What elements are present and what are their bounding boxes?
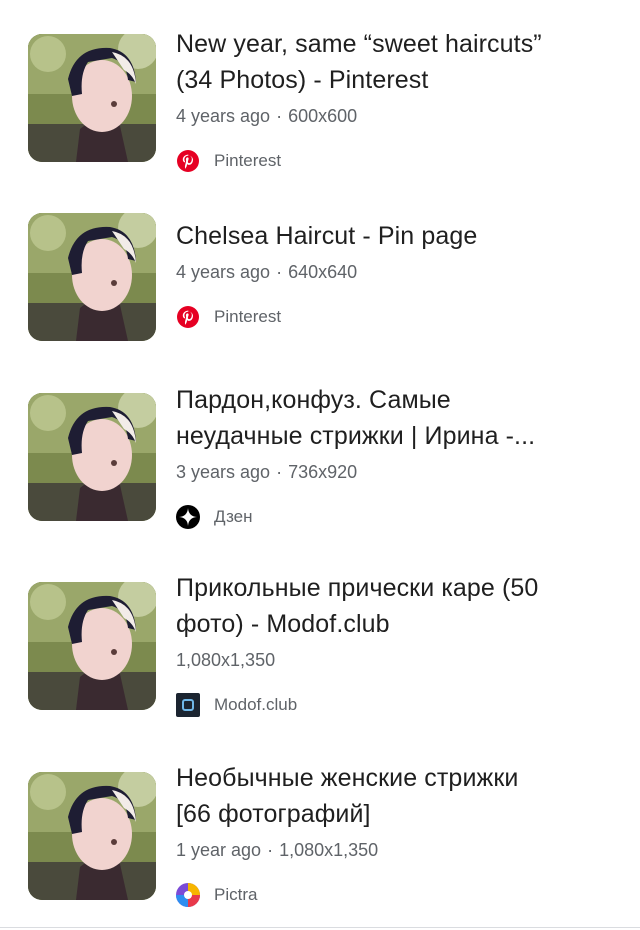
haircut-photo-image <box>28 34 156 162</box>
result-title-line-1[interactable]: Chelsea Haircut - Pin page <box>176 218 616 254</box>
modof-icon <box>176 693 200 717</box>
result-source[interactable]: Pinterest <box>176 304 616 330</box>
source-name: Modof.club <box>214 695 298 714</box>
meta-separator: · <box>267 840 274 860</box>
meta-separator: · <box>276 262 283 282</box>
pictra-icon <box>176 883 200 907</box>
result-title-line-1[interactable]: Пардон,конфуз. Самые <box>176 382 616 418</box>
result-source[interactable]: Modof.club <box>176 692 616 718</box>
result-title-line-2[interactable]: (34 Photos) - Pinterest <box>176 62 616 98</box>
result-age: 3 years ago <box>176 462 271 482</box>
result-thumbnail[interactable] <box>28 582 156 710</box>
haircut-photo-image <box>28 213 156 341</box>
result-meta: 1 year ago · 1,080x1,350 <box>176 838 616 862</box>
result-title-line-2[interactable]: неудачные стрижки | Ирина -... <box>176 418 616 454</box>
result-title-line-2[interactable]: [66 фотографий] <box>176 796 616 832</box>
pinterest-icon <box>176 305 200 329</box>
result-meta: 4 years ago · 600x600 <box>176 104 616 128</box>
result-thumbnail[interactable] <box>28 772 156 900</box>
result-source[interactable]: Pinterest <box>176 148 616 174</box>
image-results-list: New year, same “sweet haircuts” (34 Phot… <box>0 0 640 930</box>
result-age: 4 years ago <box>176 106 271 126</box>
haircut-photo-image <box>28 393 156 521</box>
haircut-photo-image <box>28 582 156 710</box>
pinterest-icon <box>176 149 200 173</box>
result-title-line-1[interactable]: Необычные женские стрижки <box>176 760 616 796</box>
result-meta: 1,080x1,350 <box>176 648 616 672</box>
haircut-photo-image <box>28 772 156 900</box>
result-thumbnail[interactable] <box>28 393 156 521</box>
result-title-line-2[interactable]: фото) - Modof.club <box>176 606 616 642</box>
meta-separator: · <box>276 106 283 126</box>
result-info: New year, same “sweet haircuts” (34 Phot… <box>176 26 616 174</box>
result-dimensions: 1,080x1,350 <box>176 650 276 670</box>
source-name: Pinterest <box>214 151 282 170</box>
result-info: Chelsea Haircut - Pin page 4 years ago · 6… <box>176 218 616 330</box>
result-meta: 4 years ago · 640x640 <box>176 260 616 284</box>
result-dimensions: 1,080x1,350 <box>279 840 379 860</box>
result-info: Пардон,конфуз. Самые неудачные стрижки |… <box>176 382 616 530</box>
source-name: Pinterest <box>214 307 282 326</box>
result-dimensions: 640x640 <box>288 262 358 282</box>
result-info: Необычные женские стрижки [66 фотографий… <box>176 760 616 908</box>
result-source[interactable]: Дзен <box>176 504 616 530</box>
result-thumbnail[interactable] <box>28 34 156 162</box>
result-title-line-1[interactable]: Прикольные прически каре (50 <box>176 570 616 606</box>
result-info: Прикольные прически каре (50 фото) - Mod… <box>176 570 616 718</box>
source-name: Дзен <box>214 507 253 526</box>
result-source[interactable]: Pictra <box>176 882 616 908</box>
result-thumbnail[interactable] <box>28 213 156 341</box>
result-age: 4 years ago <box>176 262 271 282</box>
result-dimensions: 736x920 <box>288 462 358 482</box>
result-dimensions: 600x600 <box>288 106 358 126</box>
bottom-divider <box>0 927 640 928</box>
dzen-icon <box>176 505 200 529</box>
result-age: 1 year ago <box>176 840 262 860</box>
source-name: Pictra <box>214 885 258 904</box>
result-title-line-1[interactable]: New year, same “sweet haircuts” <box>176 26 616 62</box>
result-meta: 3 years ago · 736x920 <box>176 460 616 484</box>
meta-separator: · <box>276 462 283 482</box>
